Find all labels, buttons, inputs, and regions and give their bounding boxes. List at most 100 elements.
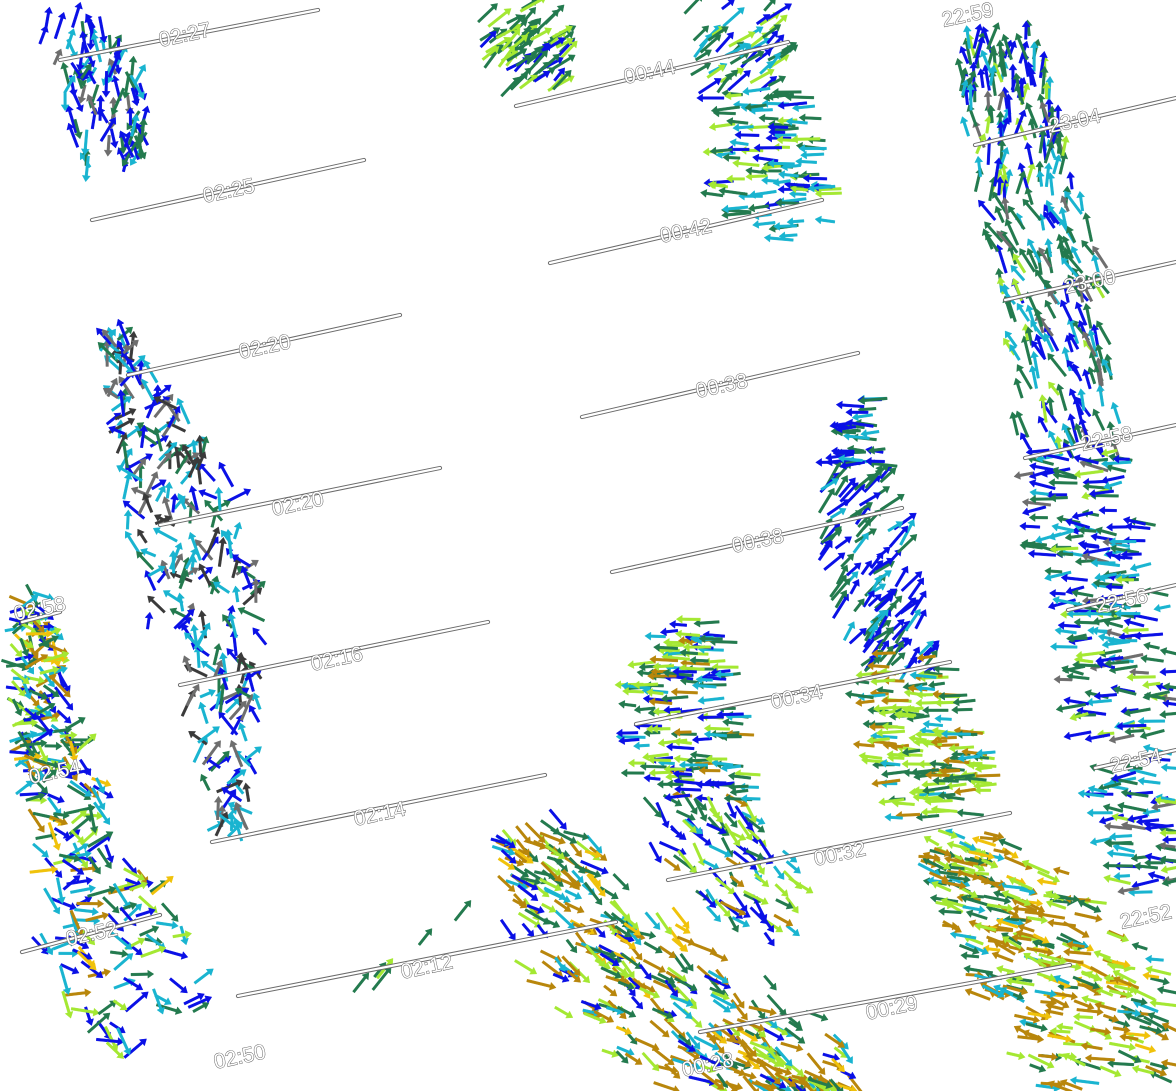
wind-arrow [669,620,688,629]
wind-arrow [1117,801,1147,813]
wind-arrow [698,78,722,95]
wind-arrow [526,979,557,991]
wind-arrow [200,773,211,791]
wind-arrow [70,1007,100,1017]
wind-arrow [1028,513,1048,522]
time-label: 22:56 [1094,584,1150,617]
wind-arrow [1054,626,1077,635]
wind-arrow [554,1005,574,1019]
wind-arrow [1086,808,1113,818]
wind-arrow [1053,866,1070,876]
wind-arrow [104,134,113,157]
wind-arrow [692,842,706,867]
wind-arrow [1134,1043,1157,1054]
wind-arrow [84,1006,94,1026]
wind-arrow [1024,142,1034,165]
wind-arrow [169,977,188,994]
wind-arrow [104,844,115,863]
time-label: 00:34 [769,680,825,713]
wind-arrow [76,950,97,971]
left-swath-upper [96,318,268,842]
wind-arrow [978,199,997,221]
time-label: 22:52 [1118,900,1174,933]
wind-arrow [199,688,216,699]
time-label: 00:44 [622,55,678,88]
wind-arrow [1019,522,1041,531]
wind-arrow [814,215,836,225]
top-center-swath [683,0,842,243]
wind-arrow [644,911,661,930]
wind-arrow [153,527,178,543]
wind-arrow [960,116,970,137]
wind-arrow [658,840,687,856]
wind-arrow [722,718,744,727]
wind-arrow [922,640,940,657]
wind-arrow [620,768,645,778]
wind-arrow [732,159,760,168]
wind-arrow [237,607,266,623]
wind-arrow [1121,626,1149,635]
wind-arrow [1110,401,1122,425]
left-edge-swath [1,583,214,1059]
wind-arrow [616,1045,635,1056]
wind-arrow [1029,488,1049,497]
wind-arrow [642,796,662,818]
wind-arrow [763,0,776,12]
wind-arrow [916,690,934,700]
center-swath-mid [614,615,814,947]
center-right-swath [845,649,1001,822]
wind-arrow [98,16,108,43]
wind-arrow [674,923,691,934]
wind-arrow [500,76,520,98]
wind-arrow [660,627,679,636]
wind-arrow [922,706,949,715]
wind-arrow [109,1021,126,1034]
wind-arrow [1062,1052,1086,1067]
wind-arrow [1080,1042,1103,1051]
wind-arrow [901,759,932,769]
wind-arrow [1073,1020,1097,1033]
wind-arrow [653,1081,680,1091]
time-label: 02:20 [237,330,293,363]
wind-arrow [798,144,827,153]
time-label: 02:20 [270,487,326,520]
wind-arrow [1036,170,1045,187]
center-swath-upper [815,394,940,681]
wind-arrow [568,856,586,874]
time-label: 00:29 [864,991,920,1024]
wind-arrow [541,902,557,913]
wind-arrow [612,873,630,891]
wind-arrow [198,701,209,725]
wind-arrow [697,696,725,705]
wind-arrow [97,107,109,124]
wind-arrow [1048,478,1078,487]
wind-arrow [565,938,578,954]
wind-arrow [1055,383,1068,412]
wind-arrow [1059,299,1073,322]
time-label: 02:16 [309,642,365,675]
wind-arrow [1123,707,1151,717]
wind-arrow [1109,832,1133,841]
wind-arrow [122,472,133,500]
wind-arrow [1131,942,1148,951]
wind-arrow [514,959,538,975]
wind-arrow [1159,667,1176,677]
wind-arrow [721,0,735,11]
time-label: 02:58 [12,592,68,625]
wind-arrow [417,928,433,946]
wind-arrow [934,714,952,723]
wind-arrow [1093,691,1118,701]
wind-arrow [1049,589,1066,598]
wind-arrow [124,991,149,1013]
time-label: 00:42 [658,214,714,247]
wind-arrow [44,741,63,751]
wind-arrow [1160,865,1176,874]
wind-arrow [193,968,214,985]
wind-arrow [130,969,155,979]
wind-arrow [881,769,908,779]
wind-arrow [218,461,235,488]
wind-arrow [1038,51,1048,79]
wind-arrow [1046,396,1055,416]
time-label: 22:54 [1108,744,1164,777]
wind-arrow [233,521,243,540]
